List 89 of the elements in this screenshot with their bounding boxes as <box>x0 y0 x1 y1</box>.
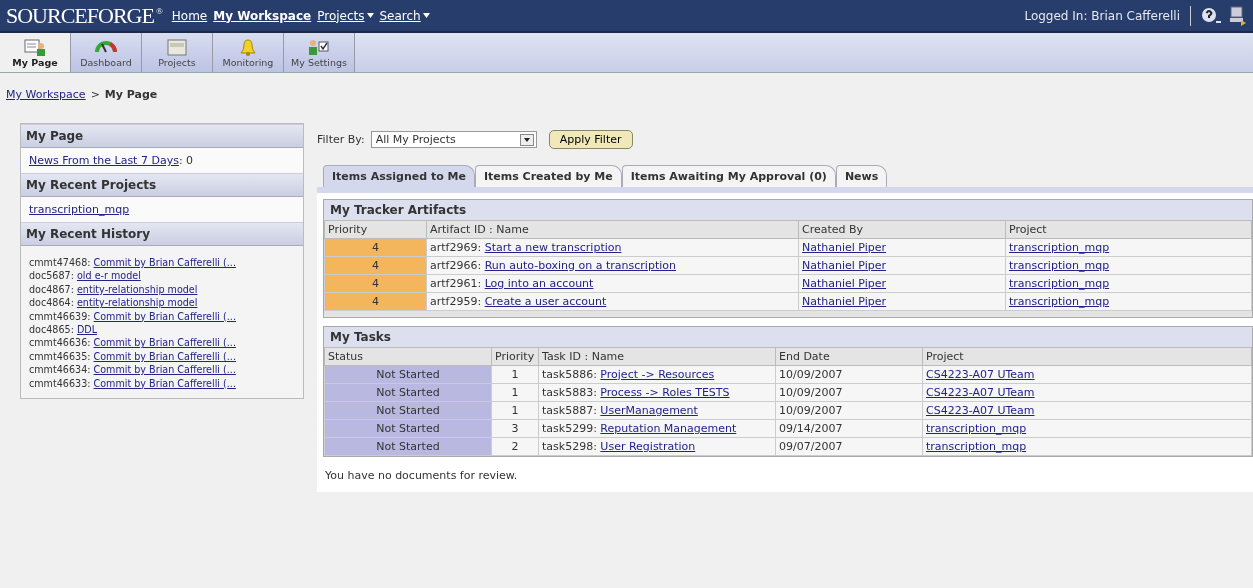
caret-icon[interactable] <box>366 13 374 18</box>
project-link[interactable]: transcription_mqp <box>926 440 1027 453</box>
filter-label: Filter By: <box>317 133 365 146</box>
tab[interactable]: Items Awaiting My Approval (0) <box>621 165 836 187</box>
artifact-link[interactable]: Run auto-boxing on a transcription <box>484 259 676 272</box>
history-id: cmmt46635: <box>29 350 91 362</box>
breadcrumb-separator: > <box>90 88 100 101</box>
project-link[interactable]: transcription_mqp <box>926 422 1027 435</box>
documents-note: You have no documents for review. <box>324 468 519 484</box>
user-link[interactable]: Nathaniel Piper <box>802 295 887 308</box>
project-link[interactable]: CS4223-A07 UTeam <box>926 386 1035 399</box>
history-id: cmmt46634: <box>29 364 91 376</box>
tab[interactable]: Items Assigned to Me <box>323 165 475 187</box>
task-link[interactable]: Reputation Management <box>600 422 737 435</box>
column-header: Created By <box>798 220 1006 239</box>
history-link[interactable]: Commit by Brian Cafferelli (... <box>93 350 236 362</box>
history-id: cmmt46633: <box>29 377 91 389</box>
task-link[interactable]: Process -> Roles TESTS <box>600 386 730 399</box>
nav-link[interactable]: Search <box>379 8 421 23</box>
user-link[interactable]: Nathaniel Piper <box>802 241 887 254</box>
column-header: End Date <box>775 347 923 366</box>
column-header: Status <box>324 347 492 366</box>
project-link[interactable]: transcription_mqp <box>1009 277 1110 290</box>
history-link[interactable]: Commit by Brian Cafferelli (... <box>93 257 236 268</box>
column-header: Priority <box>491 347 539 366</box>
artifact-link[interactable]: Log into an account <box>484 277 594 290</box>
panel-title: My Tasks <box>324 327 1252 347</box>
user-link[interactable]: Nathaniel Piper <box>802 277 887 290</box>
history-link[interactable]: Commit by Brian Cafferelli (... <box>93 377 236 389</box>
column-header: Artifact ID : Name <box>426 220 799 239</box>
panel-title: My Tracker Artifacts <box>324 200 1252 220</box>
section-header: My Page <box>21 124 303 148</box>
person-checkbox-icon <box>308 37 330 56</box>
history-id: doc4865: <box>29 324 74 336</box>
apply-filter-button[interactable]: Apply Filter <box>548 130 633 149</box>
folder-icon <box>166 37 188 56</box>
tab[interactable]: News <box>835 165 888 187</box>
toolbar-tab[interactable]: Monitoring <box>213 33 284 72</box>
breadcrumb-link[interactable]: My Workspace <box>6 88 86 101</box>
nav-link[interactable]: Home <box>171 8 208 23</box>
task-link[interactable]: Project -> Resources <box>600 368 715 381</box>
section-header: My Recent Projects <box>21 173 303 197</box>
nav-link[interactable]: Projects <box>317 8 365 23</box>
column-header: Project <box>1005 220 1252 239</box>
history-id: cmmt46636: <box>29 337 91 349</box>
news-link[interactable]: News From the Last 7 Days <box>29 154 179 167</box>
history-id: cmmt46639: <box>29 310 91 322</box>
project-dropdown[interactable]: All My Projects <box>370 131 537 148</box>
section-header: My Recent History <box>21 222 303 246</box>
artifact-link[interactable]: Create a user account <box>484 295 607 308</box>
project-link[interactable]: transcription_mqp <box>1009 295 1110 308</box>
page-person-icon <box>24 37 46 56</box>
history-id: doc4867: <box>29 283 74 295</box>
history-link[interactable]: entity-relationship model <box>76 297 198 309</box>
nav-link[interactable]: My Workspace <box>213 8 312 23</box>
toolbar-tab[interactable]: Dashboard <box>71 33 142 72</box>
bell-icon <box>237 37 259 56</box>
history-link[interactable]: Commit by Brian Cafferelli (... <box>93 337 236 349</box>
history-link[interactable]: old e-r model <box>76 270 141 282</box>
history-link[interactable]: Commit by Brian Cafferelli (... <box>93 364 236 376</box>
column-header: Priority <box>324 220 427 239</box>
history-link[interactable]: entity-relationship model <box>76 283 198 295</box>
history-link[interactable]: Commit by Brian Cafferelli (... <box>93 310 236 322</box>
toolbar-tab[interactable]: My Settings <box>284 33 355 72</box>
history-id: cmmt47468: <box>29 257 91 268</box>
logged-in-text: Logged In: Brian Cafferelli <box>1024 8 1180 23</box>
column-header: Task ID : Name <box>538 347 776 366</box>
breadcrumb-current: My Page <box>104 88 158 101</box>
project-link[interactable]: CS4223-A07 UTeam <box>926 404 1035 417</box>
logo[interactable]: SOURCEFORGE$^{®}$ <box>6 2 162 29</box>
task-link[interactable]: User Registration <box>600 440 696 453</box>
project-link[interactable]: CS4223-A07 UTeam <box>926 368 1035 381</box>
news-count: : 0 <box>178 154 194 167</box>
history-link[interactable]: DDL <box>76 324 98 336</box>
project-link[interactable]: transcription_mqp <box>1009 241 1110 254</box>
user-link[interactable]: Nathaniel Piper <box>802 259 887 272</box>
toolbar-tab[interactable]: My Page <box>0 33 71 72</box>
column-header: Project <box>922 347 1252 366</box>
task-link[interactable]: UserManagement <box>600 404 698 417</box>
help-icon[interactable] <box>1201 6 1223 25</box>
tab[interactable]: Items Created by Me <box>474 165 622 187</box>
project-link[interactable]: transcription_mqp <box>29 203 130 216</box>
project-link[interactable]: transcription_mqp <box>1009 259 1110 272</box>
history-id: doc4864: <box>29 297 74 309</box>
toolbar-tab[interactable]: Projects <box>142 33 213 72</box>
history-id: doc5687: <box>29 270 74 282</box>
artifact-link[interactable]: Start a new transcription <box>484 241 622 254</box>
caret-icon[interactable] <box>422 13 430 18</box>
computer-icon[interactable] <box>1229 5 1247 26</box>
